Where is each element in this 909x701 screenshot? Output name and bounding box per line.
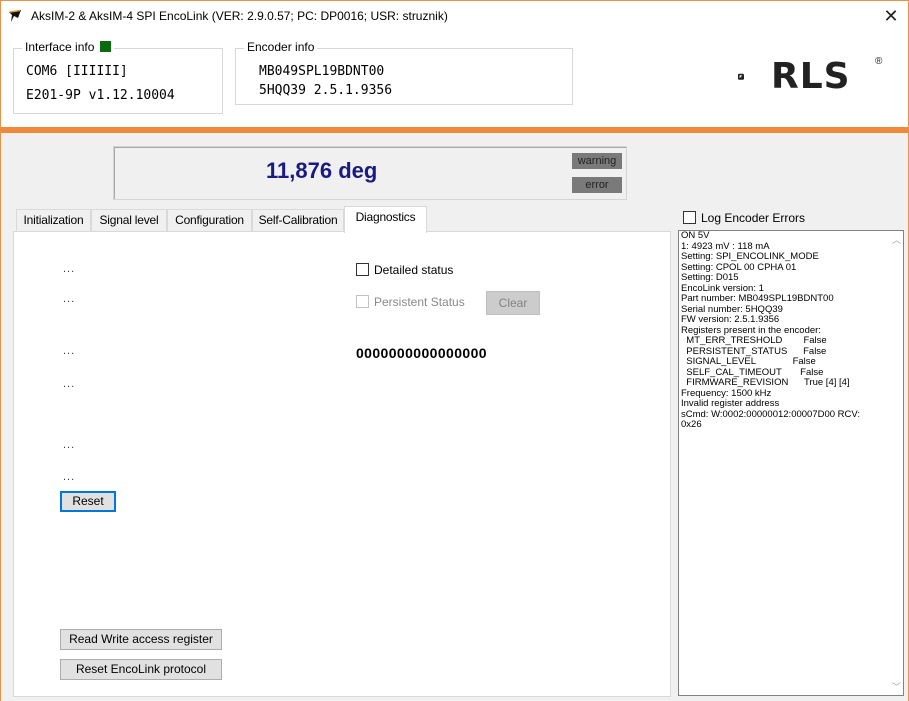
scroll-up-icon[interactable]: ︿: [892, 233, 901, 246]
persistent-status-label: Persistent Status: [374, 295, 465, 309]
logo-registered-mark: ®: [875, 56, 883, 67]
log-line: 0x26: [681, 419, 702, 430]
title-bar[interactable]: AksIM-2 & AksIM-4 SPI EncoLink (VER: 2.9…: [1, 1, 908, 31]
log-line: ON 5V: [681, 230, 710, 241]
connection-status-led: [100, 41, 112, 52]
app-icon: [9, 9, 21, 22]
diag-value-2: ...: [63, 293, 76, 305]
log-line: sCmd: W:0002:00000012:00007D00 RCV:: [681, 408, 861, 420]
status-bits: 0000000000000000: [356, 345, 487, 361]
log-lines: ON 5V 1: 4923 mV : 118 mA Setting: SPI_ENC…: [679, 231, 903, 431]
detailed-status-checkbox[interactable]: Detailed status: [356, 263, 453, 277]
detailed-status-label: Detailed status: [374, 263, 454, 277]
tab-self-calibration[interactable]: Self-Calibration: [252, 209, 344, 231]
error-indicator: error: [572, 177, 622, 193]
log-line: Setting: D015: [681, 272, 739, 283]
warning-indicator: warning: [572, 153, 622, 169]
tab-diagnostics[interactable]: Diagnostics: [344, 206, 427, 233]
checkbox-box[interactable]: [356, 295, 369, 308]
clear-button[interactable]: Clear: [486, 291, 540, 315]
log-line: Part number: MB049SPL19BDNT00: [681, 293, 834, 304]
log-line: FW version: 2.5.1.9356: [681, 314, 780, 325]
interface-info-legend: Interface info: [22, 40, 115, 54]
checkbox-box[interactable]: [356, 263, 369, 276]
log-line: MT_ERR_TRESHOLD False: [681, 335, 827, 346]
log-line: SIGNAL_LEVEL False: [681, 356, 816, 367]
scroll-down-icon[interactable]: ﹀: [892, 680, 901, 693]
log-encoder-errors-label: Log Encoder Errors: [701, 211, 806, 225]
tab-signal-level[interactable]: Signal level: [91, 209, 167, 231]
window-title: AksIM-2 & AksIM-4 SPI EncoLink (VER: 2.9…: [31, 9, 448, 23]
tab-initialization[interactable]: Initialization: [16, 209, 91, 231]
position-value: 11,876 deg: [266, 158, 378, 183]
diagnostics-panel: [13, 231, 671, 697]
encoder-serial-fw: 5HQQ39 2.5.1.9356: [259, 83, 393, 98]
rls-logo-text: RLS: [771, 56, 851, 97]
checkbox-box[interactable]: [683, 211, 696, 224]
close-icon[interactable]: ✕: [880, 6, 902, 28]
interface-device: E201-9P v1.12.10004: [26, 88, 175, 103]
log-line: Setting: SPI_ENCOLINK_MODE: [681, 251, 819, 262]
com-port: COM6 [IIIIII]: [26, 64, 128, 79]
interface-info-label: Interface info: [25, 40, 95, 54]
rls-logo-icon: [738, 73, 744, 80]
reset-encolink-button[interactable]: Reset EncoLink protocol: [60, 659, 222, 680]
read-write-register-button[interactable]: Read Write access register: [60, 629, 222, 650]
reset-button[interactable]: Reset: [60, 491, 116, 512]
diag-value-3: ...: [63, 345, 76, 357]
diag-value-4: ...: [63, 378, 76, 390]
log-line: FIRMWARE_REVISION True [4] [4]: [681, 377, 850, 388]
tab-configuration[interactable]: Configuration: [167, 209, 252, 231]
log-encoder-errors-checkbox[interactable]: Log Encoder Errors: [683, 211, 805, 225]
diag-value-1: ...: [63, 263, 76, 275]
app-window: AksIM-2 & AksIM-4 SPI EncoLink (VER: 2.9…: [0, 0, 909, 701]
interface-info-group: Interface info COM6 [IIIIII] E201-9P v1.…: [13, 40, 223, 114]
diag-value-5: ...: [63, 439, 76, 451]
encoder-part-number: MB049SPL19BDNT00: [259, 64, 385, 79]
encoder-info-group: Encoder info MB049SPL19BDNT00 5HQQ39 2.5…: [235, 40, 573, 105]
diag-value-6: ...: [63, 471, 76, 483]
persistent-status-checkbox[interactable]: Persistent Status: [356, 295, 465, 309]
encoder-info-legend: Encoder info: [244, 40, 318, 54]
log-output[interactable]: ON 5V 1: 4923 mV : 118 mA Setting: SPI_ENC…: [678, 230, 904, 696]
log-line: Invalid register address: [681, 398, 780, 409]
